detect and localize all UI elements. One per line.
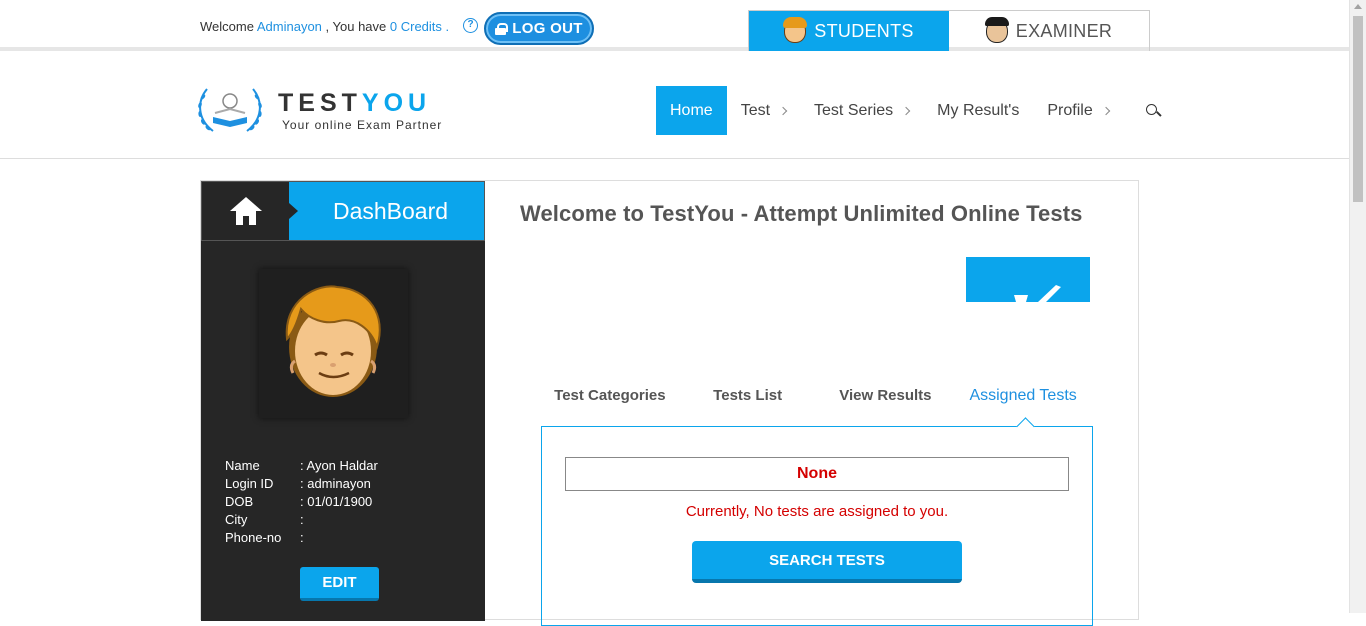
test-banner-tile[interactable] bbox=[966, 257, 1090, 302]
chevron-right-icon bbox=[901, 106, 911, 115]
profile-row-dob: DOB : 01/01/1900 bbox=[225, 493, 378, 511]
nav-profile-label: Profile bbox=[1047, 101, 1093, 119]
nav-home-label: Home bbox=[670, 101, 713, 119]
profile-row-name: Name : Ayon Haldar bbox=[225, 457, 378, 475]
nav-my-results-label: My Result's bbox=[937, 101, 1020, 119]
profile-label: Login ID bbox=[225, 476, 274, 491]
dashboard-title: DashBoard bbox=[289, 182, 484, 240]
profile-label: DOB bbox=[225, 494, 254, 509]
help-icon[interactable]: ? bbox=[463, 18, 478, 33]
edit-profile-button[interactable]: EDIT bbox=[300, 567, 379, 601]
scroll-thumb[interactable] bbox=[1353, 16, 1363, 202]
logout-button[interactable]: LOG OUT bbox=[484, 12, 594, 45]
search-tests-button[interactable]: SEARCH TESTS bbox=[692, 541, 962, 583]
username-link[interactable]: Adminayon bbox=[257, 19, 322, 34]
home-button[interactable] bbox=[202, 182, 289, 240]
profile-value: : 01/01/1900 bbox=[300, 494, 373, 509]
nav-test[interactable]: Test bbox=[727, 86, 800, 135]
dashboard-header: DashBoard bbox=[201, 181, 485, 241]
profile-value: : bbox=[300, 530, 304, 545]
nav-test-series-label: Test Series bbox=[814, 101, 894, 119]
chevron-right-icon bbox=[1101, 106, 1110, 115]
main-nav: Home Test Test Series My Result's Profil… bbox=[656, 86, 1175, 135]
tab-test-categories[interactable]: Test Categories bbox=[541, 381, 679, 426]
profile-value: : adminayon bbox=[300, 476, 371, 491]
role-tabs: STUDENTS EXAMINER bbox=[748, 10, 1150, 51]
empty-state-message: Currently, No tests are assigned to you. bbox=[685, 503, 949, 520]
examiner-face-icon bbox=[984, 17, 1009, 43]
tab-students[interactable]: STUDENTS bbox=[749, 11, 949, 51]
page-scrollbar[interactable] bbox=[1349, 0, 1366, 613]
profile-value: : Ayon Haldar bbox=[300, 458, 378, 473]
dashboard-arrow bbox=[289, 203, 298, 219]
dashboard-container: DashBoard Name : Ayon Haldar Login ID : ad… bbox=[200, 180, 1139, 626]
credits-prefix: , You have bbox=[325, 19, 387, 34]
chevron-right-icon bbox=[778, 106, 788, 115]
tab-tests-list[interactable]: Tests List bbox=[679, 381, 817, 426]
profile-row-phone: Phone-no: bbox=[225, 529, 378, 547]
lock-icon bbox=[495, 22, 509, 35]
avatar bbox=[259, 269, 408, 418]
assigned-tests-select[interactable]: None bbox=[565, 457, 1069, 491]
profile-label: Name bbox=[225, 458, 260, 473]
profile-details: Name : Ayon Haldar Login ID : adminayon DO… bbox=[225, 457, 378, 547]
content-tabs: Test Categories Tests List View Results … bbox=[541, 381, 1092, 426]
profile-label: Phone-no bbox=[225, 530, 282, 545]
tab-examiner-label: EXAMINER bbox=[1015, 20, 1113, 41]
sidebar: DashBoard Name : Ayon Haldar Login ID : ad… bbox=[201, 181, 485, 621]
brand-name-you: YOU bbox=[361, 89, 432, 117]
logout-label: LOG OUT bbox=[512, 20, 583, 37]
welcome-text: Welcome Adminayon , You have 0 Credits . bbox=[200, 19, 449, 34]
nav-search[interactable] bbox=[1123, 86, 1175, 135]
tab-view-results[interactable]: View Results bbox=[817, 381, 955, 426]
nav-test-series[interactable]: Test Series bbox=[800, 86, 923, 135]
credits-period: . bbox=[445, 19, 450, 34]
nav-profile[interactable]: Profile bbox=[1033, 86, 1122, 135]
profile-label: City bbox=[225, 512, 248, 527]
tab-examiner[interactable]: EXAMINER bbox=[949, 11, 1149, 51]
tab-students-label: STUDENTS bbox=[814, 20, 914, 41]
logo-wreath-icon[interactable] bbox=[195, 83, 265, 135]
profile-value: : bbox=[300, 512, 304, 527]
welcome-prefix: Welcome bbox=[200, 19, 254, 34]
brand-name-test: TEST bbox=[278, 89, 362, 117]
nav-home[interactable]: Home bbox=[656, 86, 727, 135]
brand-tagline: Your online Exam Partner bbox=[282, 118, 443, 132]
assigned-tests-panel: None Currently, No tests are assigned to… bbox=[541, 417, 1093, 626]
credits-link[interactable]: 0 Credits bbox=[390, 19, 442, 34]
site-header: TESTYOU Your online Exam Partner Home Te… bbox=[0, 55, 1349, 159]
top-bar: Welcome Adminayon , You have 0 Credits .… bbox=[0, 0, 1349, 51]
checkmark-icon bbox=[1014, 285, 1061, 302]
page-title: Welcome to TestYou - Attempt Unlimited O… bbox=[520, 201, 1083, 226]
brand-logo-text[interactable]: TESTYOU bbox=[278, 91, 431, 116]
home-icon bbox=[229, 197, 262, 225]
profile-row-city: City: bbox=[225, 511, 378, 529]
search-icon bbox=[1145, 103, 1161, 119]
student-face-icon bbox=[783, 17, 808, 43]
profile-row-login: Login ID : adminayon bbox=[225, 475, 378, 493]
nav-my-results[interactable]: My Result's bbox=[923, 86, 1033, 135]
nav-test-label: Test bbox=[740, 101, 771, 119]
student-avatar-icon bbox=[285, 285, 381, 397]
scroll-up-arrow-icon[interactable] bbox=[1354, 4, 1362, 9]
